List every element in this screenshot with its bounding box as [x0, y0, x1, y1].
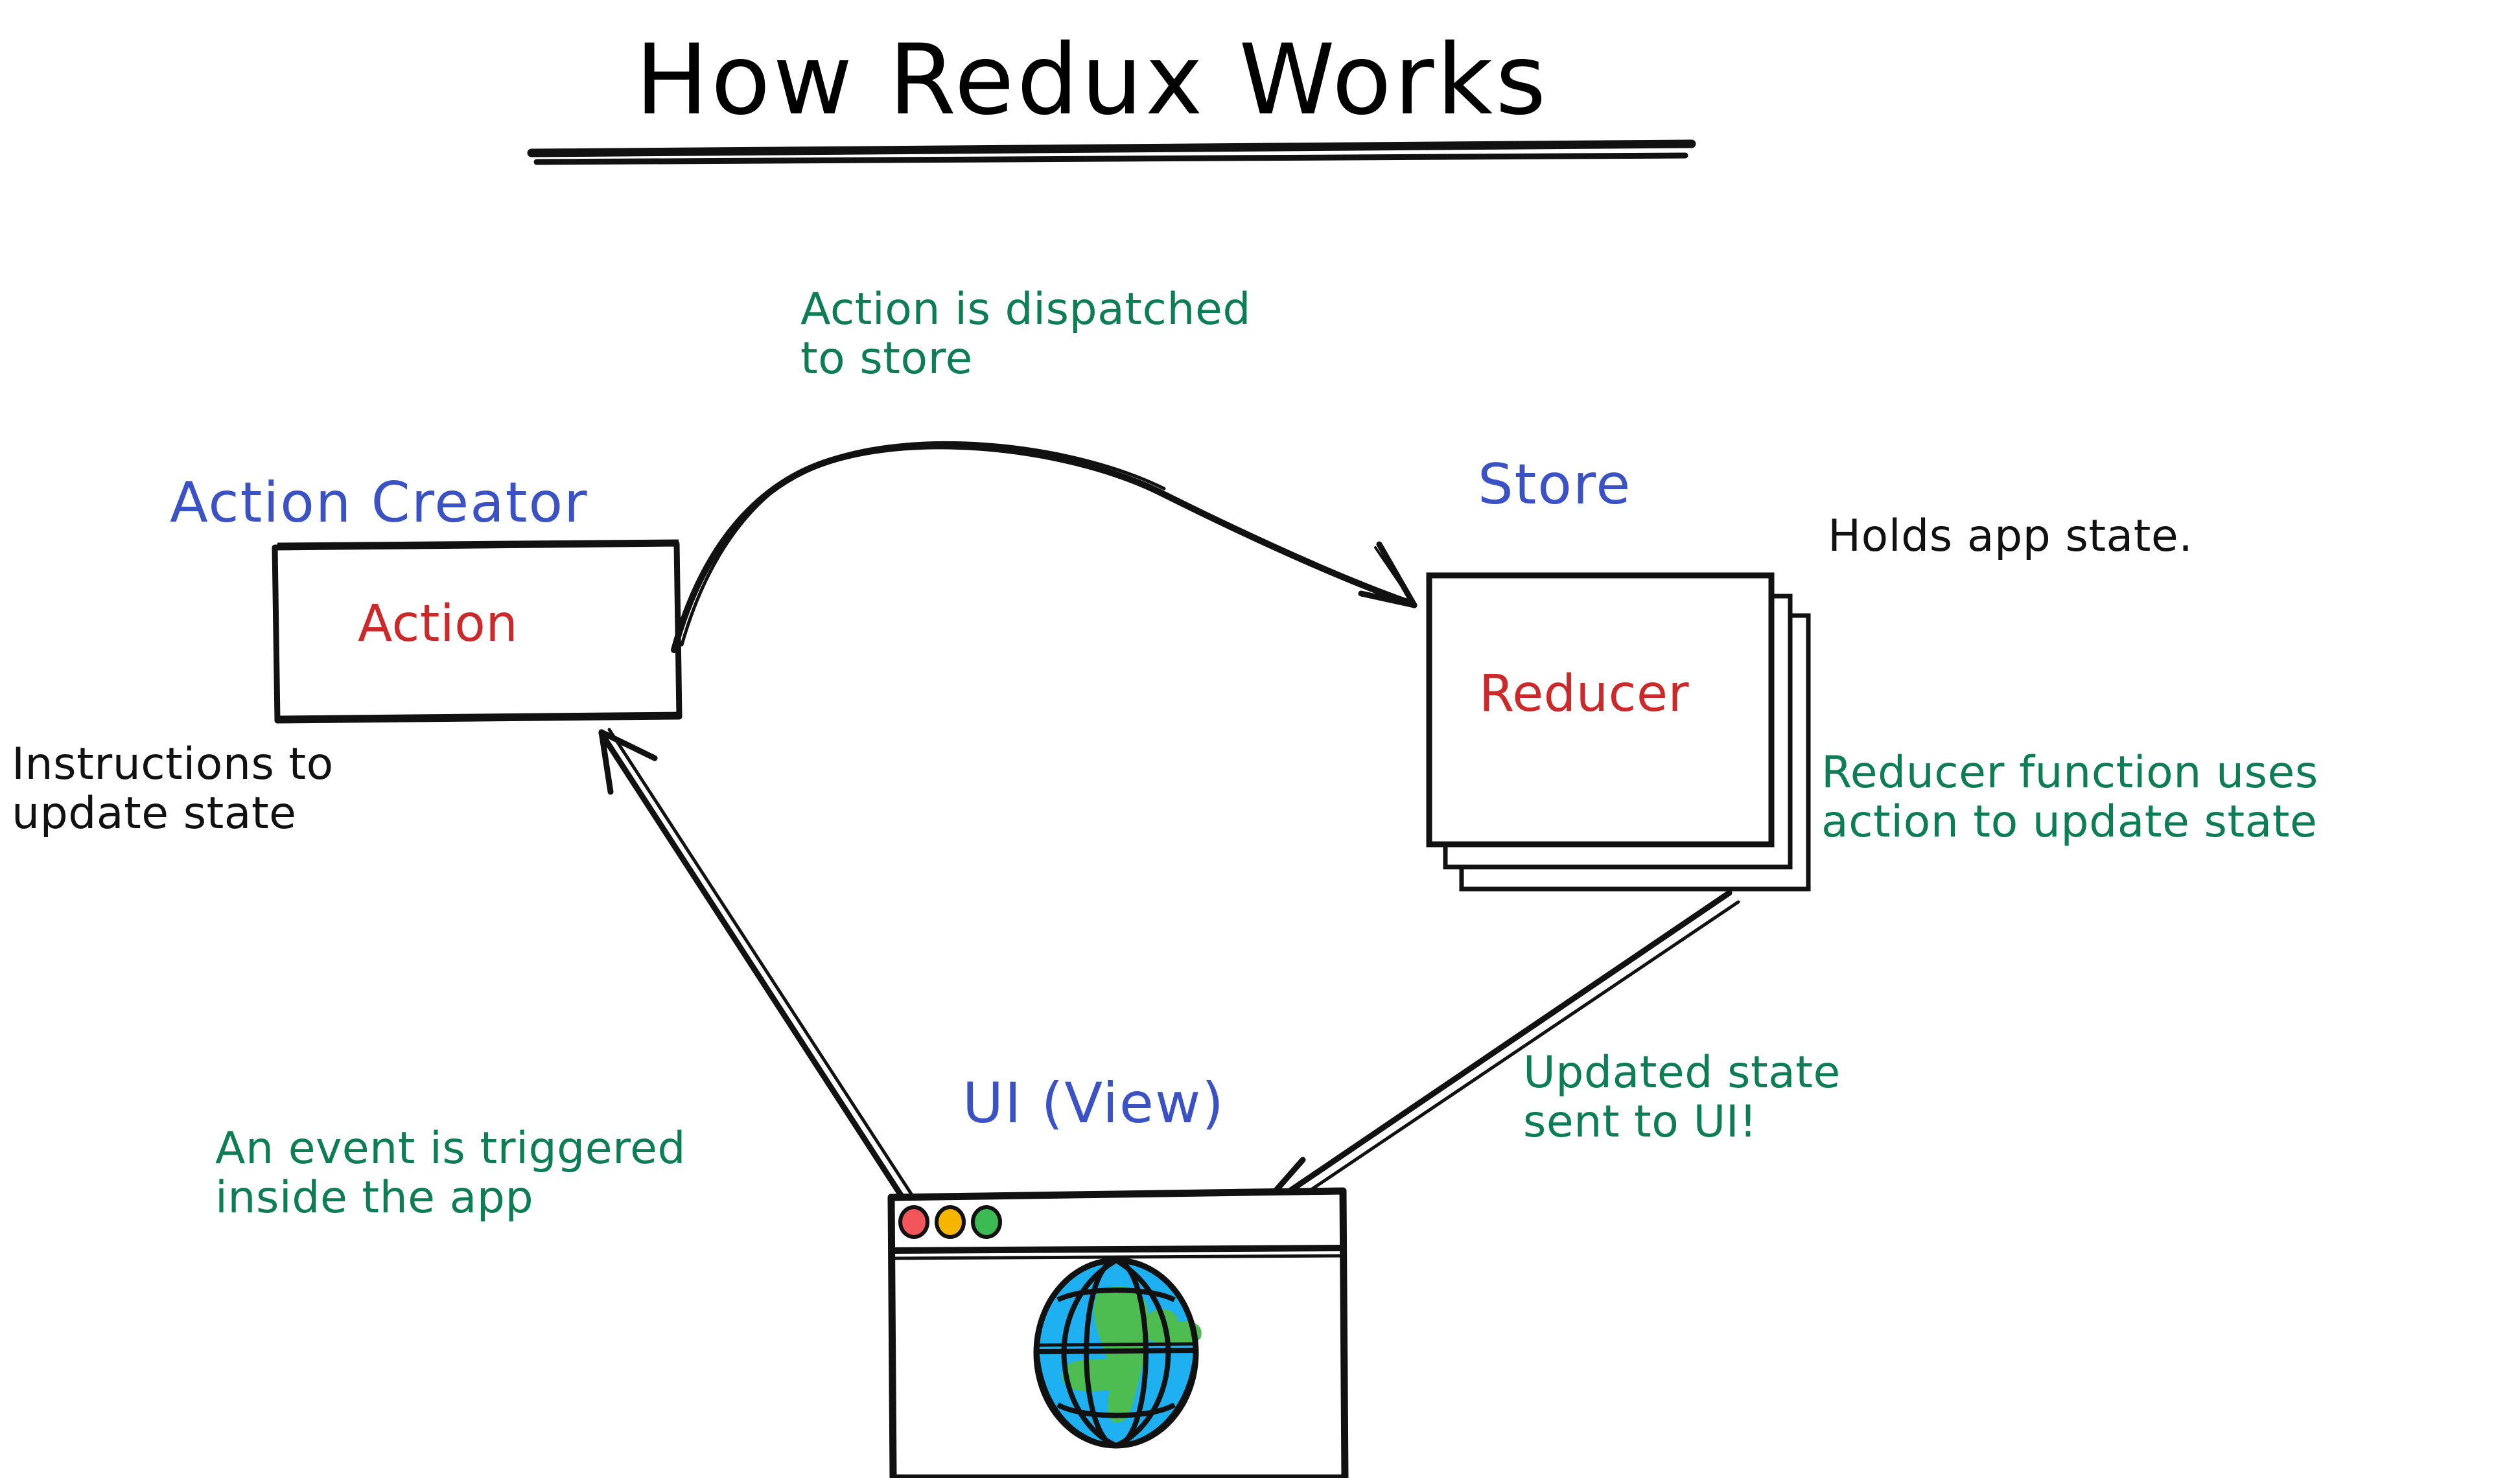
store-box-stack	[1426, 572, 1811, 892]
action-box-text: Action	[358, 595, 519, 653]
arrow-action-to-store	[671, 441, 1418, 653]
annotation-instructions: Instructions to update state	[12, 739, 334, 840]
ui-view-label: UI (View)	[962, 1071, 1225, 1136]
action-creator-label: Action Creator	[170, 470, 589, 535]
page-title: How Redux Works	[635, 24, 1549, 137]
globe-icon	[1033, 1257, 1202, 1449]
annotation-reducer-uses: Reducer function uses action to update s…	[1821, 747, 2318, 848]
annotation-event-triggered: An event is triggered inside the app	[215, 1123, 686, 1224]
annotation-dispatch: Action is dispatched to store	[800, 284, 1251, 385]
minimize-dot	[935, 1205, 966, 1239]
traffic-light-dots	[898, 1205, 1002, 1239]
store-label: Store	[1478, 452, 1632, 517]
annotation-holds-state: Holds app state.	[1828, 511, 2193, 562]
annotation-updated-state: Updated state sent to UI!	[1523, 1047, 1841, 1148]
redux-flow-diagram: How Redux Works Action is dispatched to …	[0, 0, 2520, 1478]
reducer-box-text: Reducer	[1479, 665, 1690, 723]
close-dot	[898, 1205, 929, 1239]
title-underline	[527, 139, 1696, 165]
diagram-sketch-layer	[272, 139, 1811, 1478]
maximize-dot	[971, 1205, 1002, 1239]
